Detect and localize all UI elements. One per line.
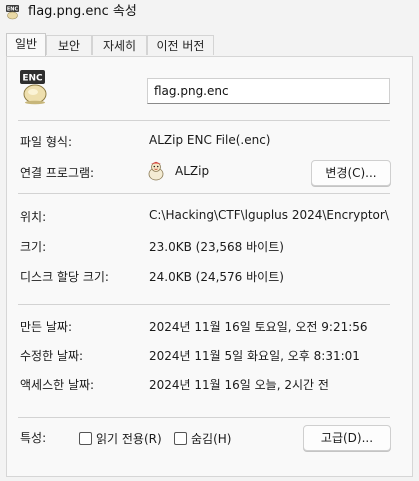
separator — [18, 120, 390, 121]
separator — [18, 417, 390, 418]
tab-security[interactable]: 보안 — [46, 35, 92, 55]
hidden-checkbox[interactable]: 숨김(H) — [174, 430, 232, 446]
alzip-app-icon — [148, 161, 164, 181]
disk-size-label: 디스크 할당 크기: — [20, 270, 109, 284]
tab-previous-versions[interactable]: 이전 버전 — [147, 35, 214, 55]
tab-details[interactable]: 자세히 — [92, 35, 147, 55]
hidden-label: 숨김(H) — [191, 432, 232, 446]
file-type-icon: ENC — [20, 70, 47, 105]
svg-text:ENC: ENC — [7, 7, 19, 13]
accessed-label: 액세스한 날짜: — [20, 378, 95, 392]
size-value: 23.0KB (23,568 바이트) — [149, 240, 284, 254]
title-bar[interactable]: ENC flag.png.enc 속성 — [0, 0, 419, 28]
location-value: C:\Hacking\CTF\lguplus 2024\Encryptor\ — [149, 208, 389, 222]
readonly-checkbox[interactable]: 읽기 전용(R) — [79, 430, 162, 446]
location-label: 위치: — [20, 210, 47, 224]
file-type-label: 파일 형식: — [20, 135, 73, 149]
properties-dialog: ENC flag.png.enc 속성 일반 보안 자세히 이전 버전 ENC … — [0, 0, 419, 481]
file-icon-badge: ENC — [22, 74, 43, 84]
separator — [18, 304, 390, 305]
file-name-input[interactable] — [147, 78, 390, 104]
created-label: 만든 날짜: — [20, 320, 73, 334]
readonly-label: 읽기 전용(R) — [96, 432, 162, 446]
enc-file-icon: ENC — [6, 5, 19, 20]
separator — [18, 193, 390, 194]
attributes-label: 특성: — [20, 431, 47, 445]
tab-general[interactable]: 일반 — [6, 33, 46, 56]
disk-size-value: 24.0KB (24,576 바이트) — [149, 270, 284, 284]
modified-value: 2024년 11월 5일 화요일, 오후 8:31:01 — [149, 349, 360, 363]
hidden-checkbox-box[interactable] — [174, 432, 187, 445]
advanced-button[interactable]: 고급(D)... — [303, 425, 391, 451]
opens-with-value: ALZip — [175, 164, 210, 178]
size-label: 크기: — [20, 240, 47, 254]
readonly-checkbox-box[interactable] — [79, 432, 92, 445]
window-title: flag.png.enc 속성 — [28, 4, 137, 19]
modified-label: 수정한 날짜: — [20, 349, 84, 363]
change-program-button[interactable]: 변경(C)... — [311, 160, 391, 186]
file-type-value: ALZip ENC File(.enc) — [149, 133, 271, 147]
accessed-value: 2024년 11월 16일 오늘, 2시간 전 — [149, 378, 329, 392]
created-value: 2024년 11월 16일 토요일, 오전 9:21:56 — [149, 320, 368, 334]
opens-with-label: 연결 프로그램: — [20, 166, 95, 180]
